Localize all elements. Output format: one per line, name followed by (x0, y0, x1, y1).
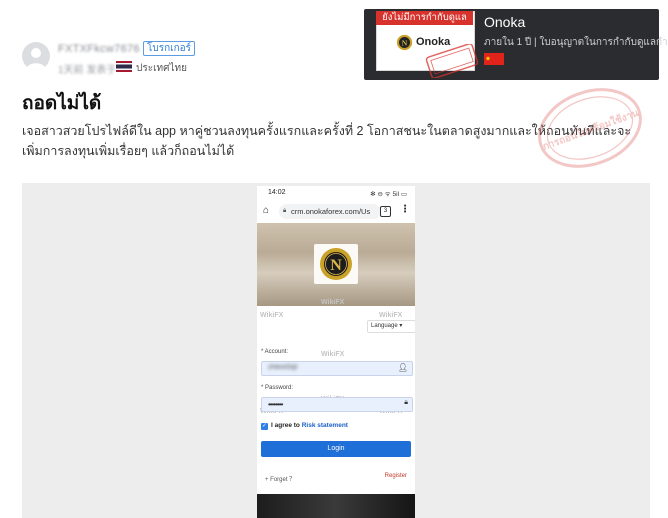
wikifx-watermark: WikiFX (260, 312, 284, 319)
risk-statement-link[interactable]: Risk statement (302, 422, 348, 429)
chevron-down-icon: ▾ (399, 323, 403, 329)
broker-name[interactable]: Onoka (484, 14, 525, 30)
regulation-status-label: ยังไม่มีการกำกับดูแล (376, 11, 473, 25)
agree-checkbox[interactable]: ✓ (261, 423, 268, 430)
thailand-flag-icon (116, 61, 132, 72)
role-badge: โบรกเกอร์ (143, 41, 195, 56)
onoka-logo-icon: N (396, 34, 413, 51)
svg-text:N: N (402, 38, 408, 47)
account-value: zhtest3@ (268, 364, 298, 371)
menu-dots-icon: ⋮ (400, 204, 410, 215)
stamp-text: การถอนไม่พร้อมใช้งาน (541, 106, 641, 153)
china-flag-icon (484, 53, 504, 65)
phone-status-bar: 14:02 ✻ ⊖ ᯤ 5il ▭ (257, 186, 415, 200)
withdrawal-unavailable-stamp: การถอนไม่พร้อมใช้งาน (538, 88, 642, 168)
user-silhouette-icon (26, 48, 46, 70)
wikifx-watermark: WikiFX (379, 312, 403, 319)
url-field: crm.onokaforex.com/Us (279, 204, 381, 219)
user-icon: 👤︎ (397, 363, 408, 372)
card-stamp-icon (425, 44, 479, 78)
register-link[interactable]: Register (385, 473, 407, 479)
language-select-label: Language (371, 323, 398, 329)
lock-icon: 🔒︎ (283, 208, 287, 214)
country-label: ประเทศไทย (136, 63, 187, 74)
wikifx-watermark: WikiFX (321, 351, 345, 358)
phone-time: 14:02 (268, 189, 286, 196)
language-select[interactable]: Language ▾ (367, 320, 415, 333)
lock-icon: 🔒︎ (404, 399, 408, 406)
broker-subtitle: ภายใน 1 ปี | ใบอนุญาตในการกำกับดูแลกำ... (484, 37, 668, 48)
account-input[interactable]: zhtest3@ 👤︎ (261, 361, 413, 376)
agree-text: I agree to Risk statement (271, 422, 348, 429)
phone-status-icons: ✻ ⊖ ᯤ 5il ▭ (370, 191, 407, 198)
svg-text:N: N (330, 257, 342, 274)
onoka-logo: N (314, 244, 358, 284)
password-value: •••••••• (268, 400, 283, 409)
wikifx-watermark: WikiFX (321, 299, 345, 306)
account-label: * Account: (261, 349, 289, 355)
username[interactable]: FXTXFkcw7676 (58, 43, 140, 55)
browser-url-bar: ⌂ crm.onokaforex.com/Us 🔒︎ 3 ⋮ (257, 201, 415, 224)
onoka-logo-mark-icon: N (320, 248, 352, 280)
post-time: 1天前 发表于 (58, 65, 117, 76)
password-label: * Password: (261, 385, 294, 391)
forget-link[interactable]: + Forget ？ (265, 474, 295, 483)
avatar[interactable] (22, 42, 50, 70)
home-icon: ⌂ (263, 205, 270, 216)
agree-label: I agree to (271, 422, 300, 429)
post-title: ถอดไม่ได้ (22, 93, 102, 114)
phone-footer-image (257, 494, 415, 518)
phone-screenshot[interactable]: 14:02 ✻ ⊖ ᯤ 5il ▭ ⌂ crm.onokaforex.com/U… (257, 186, 415, 518)
tab-count-icon: 3 (380, 206, 391, 217)
login-button[interactable]: Login (261, 441, 411, 457)
password-input[interactable]: •••••••• 🔒︎ (261, 397, 413, 412)
